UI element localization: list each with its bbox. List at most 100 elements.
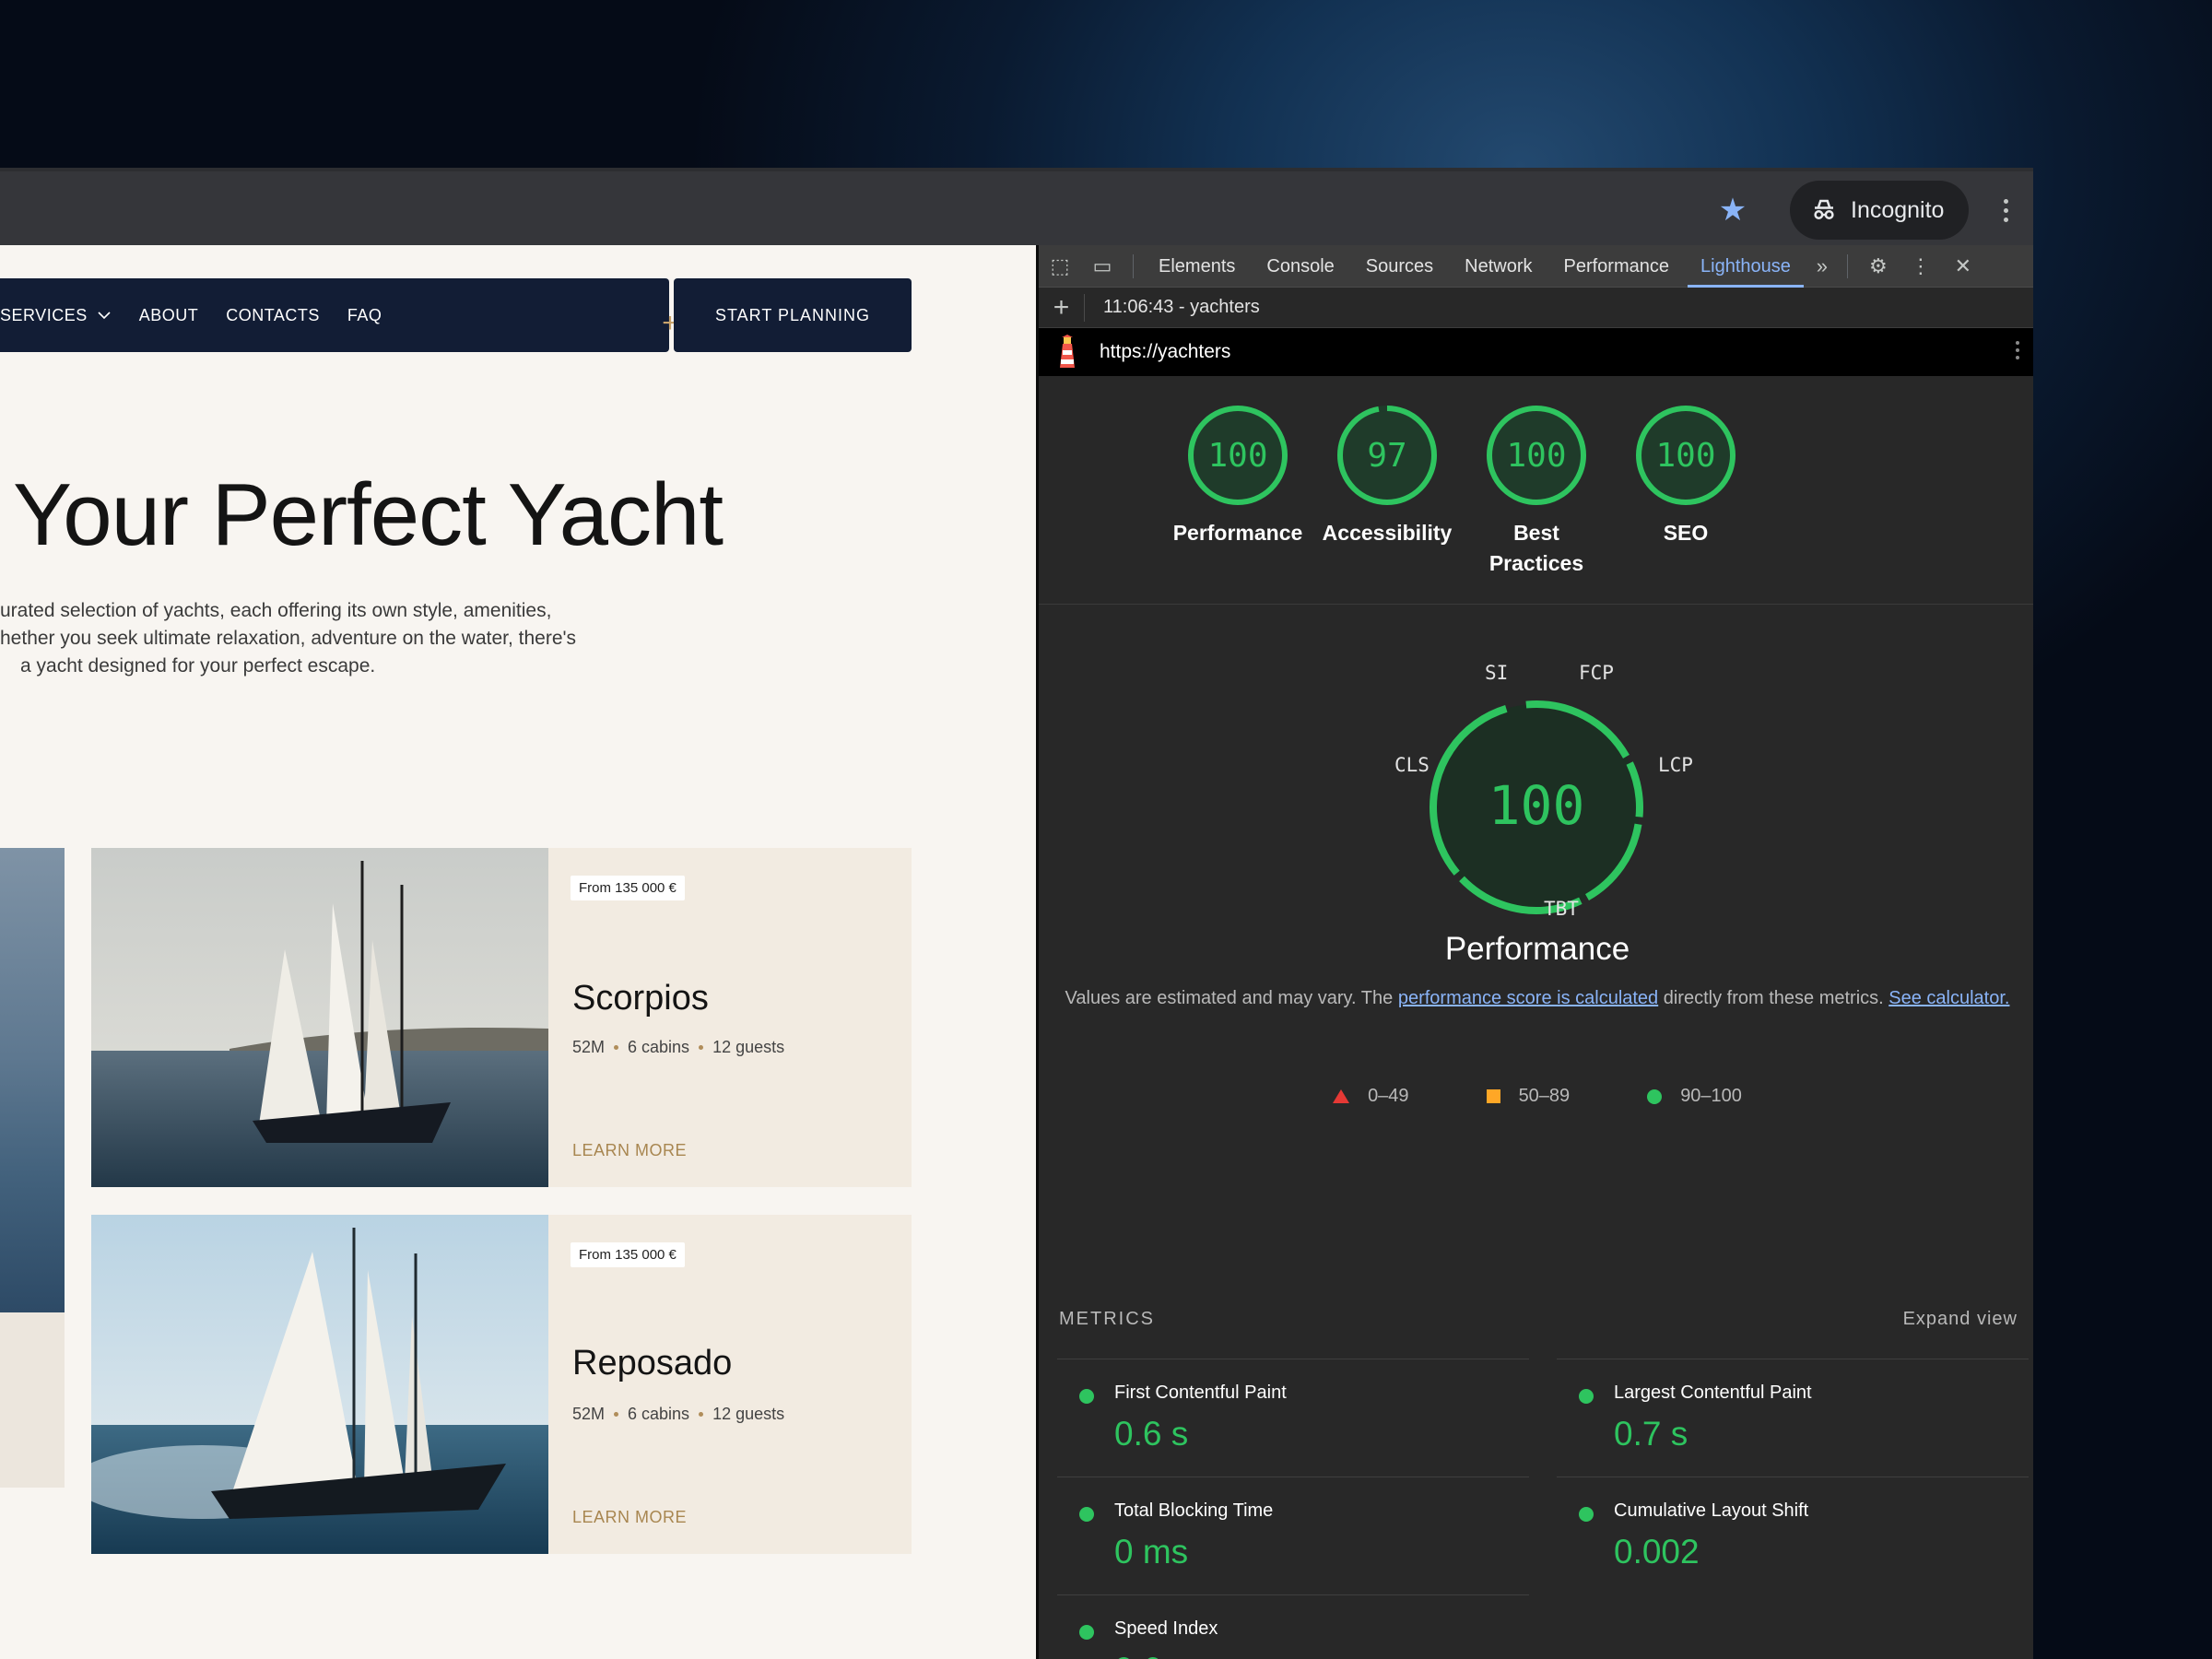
- performance-ring: 100: [1430, 700, 1643, 914]
- metric-tbt: Total Blocking Time 0 ms: [1057, 1477, 1529, 1594]
- learn-more-link[interactable]: LEARN MORE: [572, 1508, 687, 1527]
- new-report-icon[interactable]: +: [1039, 293, 1085, 322]
- devtools-tabbar: ⬚ ▭ Elements Console Sources Network Per…: [1039, 245, 2033, 288]
- close-icon[interactable]: ✕: [1942, 254, 1984, 278]
- triangle-icon: [1333, 1089, 1350, 1103]
- pass-icon: [1079, 1507, 1094, 1522]
- tab-console[interactable]: Console: [1266, 245, 1334, 288]
- circle-icon: [1647, 1088, 1663, 1104]
- nav-services[interactable]: SERVICES: [0, 306, 112, 325]
- pass-icon: [1579, 1389, 1594, 1404]
- expand-view-toggle[interactable]: Expand view: [1903, 1309, 2018, 1330]
- gear-icon[interactable]: ⚙: [1857, 254, 1900, 278]
- metric-name: Largest Contentful Paint: [1614, 1382, 1812, 1403]
- yacht-cabins: 6 cabins: [628, 1405, 690, 1423]
- legend-fail: 0–49: [1333, 1086, 1409, 1107]
- incognito-icon: [1814, 199, 1834, 219]
- yacht-guests: 12 guests: [712, 1038, 785, 1056]
- score-value: 97: [1367, 437, 1406, 475]
- metric-value: 0.7 s: [1614, 1415, 1688, 1453]
- metric-lcp: Largest Contentful Paint 0.7 s: [1557, 1359, 2029, 1477]
- report-menu-icon[interactable]: [2016, 341, 2019, 359]
- nav-about[interactable]: ABOUT: [139, 306, 199, 325]
- report-selector[interactable]: 11:06:43 - yachters: [1103, 297, 1260, 318]
- gauge-label-tbt: TBT: [1544, 898, 1579, 920]
- gauge-seo[interactable]: 100 SEO: [1603, 404, 1769, 548]
- yacht-guests: 12 guests: [712, 1405, 785, 1423]
- incognito-button[interactable]: Incognito: [1790, 181, 1969, 240]
- yacht-specs: 52M 6 cabins 12 guests: [572, 1038, 784, 1057]
- score-ring: 100: [1487, 406, 1586, 505]
- inspect-element-icon[interactable]: ⬚: [1039, 254, 1081, 278]
- nav-faq[interactable]: FAQ: [347, 306, 382, 325]
- gauge-label-lcp: LCP: [1658, 754, 1693, 776]
- performance-note: Values are estimated and may vary. The p…: [1039, 982, 2033, 1014]
- metric-value: 0.6 s: [1114, 1651, 1188, 1659]
- score-legend: 0–49 50–89 90–100: [1039, 1086, 2033, 1107]
- price-badge: From 135 000 €: [571, 876, 685, 900]
- metric-cls: Cumulative Layout Shift 0.002: [1557, 1477, 2029, 1594]
- performance-score-link[interactable]: performance score is calculated: [1398, 988, 1658, 1008]
- gauge-label: Accessibility: [1322, 521, 1453, 545]
- star-icon[interactable]: ★: [1716, 194, 1749, 227]
- metric-si: Speed Index 0.6 s: [1057, 1594, 1529, 1659]
- yacht-cabins: 6 cabins: [628, 1038, 690, 1056]
- tab-network[interactable]: Network: [1465, 245, 1532, 288]
- legend-average: 50–89: [1486, 1086, 1570, 1107]
- nav-services-label: SERVICES: [0, 305, 88, 324]
- legend-pass: 90–100: [1647, 1086, 1742, 1107]
- lighthouse-logo-icon: [1060, 335, 1075, 368]
- gauge-label-si: SI: [1485, 662, 1509, 684]
- gauge-label: Performance: [1172, 521, 1303, 545]
- pass-icon: [1579, 1507, 1594, 1522]
- start-planning-button[interactable]: START PLANNING: [674, 278, 912, 352]
- score-ring: 100: [1188, 406, 1288, 505]
- dot-separator: [699, 1412, 704, 1417]
- pass-icon: [1079, 1389, 1094, 1404]
- price-badge: From 135 000 €: [571, 1242, 685, 1267]
- gauge-label-fcp: FCP: [1579, 662, 1614, 684]
- metric-name: Total Blocking Time: [1114, 1500, 1274, 1521]
- device-toolbar-icon[interactable]: ▭: [1081, 254, 1124, 278]
- yacht-name: Scorpios: [572, 979, 709, 1018]
- metric-value: 0.6 s: [1114, 1415, 1189, 1453]
- gauge-accessibility[interactable]: 97 Accessibility: [1304, 404, 1470, 548]
- legend-fail-label: 0–49: [1368, 1086, 1409, 1106]
- metric-value: 0 ms: [1114, 1533, 1189, 1571]
- score-value: 100: [1655, 437, 1715, 475]
- browser-window: ★ Incognito SERVICES ABOUT CONTACTS FAQ …: [0, 168, 2033, 1659]
- tab-performance[interactable]: Performance: [1564, 245, 1670, 288]
- score-ring: 97: [1337, 406, 1437, 505]
- tab-sources[interactable]: Sources: [1366, 245, 1433, 288]
- score-ring: 100: [1636, 406, 1735, 505]
- lighthouse-url-bar: https://yachters: [1039, 328, 2033, 376]
- audited-url: https://yachters: [1100, 341, 1231, 362]
- note-text: Values are estimated and may vary. The: [1065, 988, 1398, 1008]
- nav-contacts[interactable]: CONTACTS: [226, 306, 320, 325]
- yacht-card[interactable]: From 135 000 € Scorpios 52M 6 cabins 12 …: [91, 848, 912, 1187]
- metrics-title: METRICS: [1059, 1309, 1155, 1329]
- dot-separator: [614, 1045, 619, 1050]
- metrics-header: METRICS Expand view: [1059, 1309, 2018, 1330]
- more-tabs-icon[interactable]: »: [1806, 254, 1838, 278]
- legend-pass-label: 90–100: [1680, 1086, 1742, 1106]
- yacht-image[interactable]: [91, 1215, 548, 1554]
- tab-elements[interactable]: Elements: [1159, 245, 1235, 288]
- note-text: directly from these metrics.: [1658, 988, 1889, 1008]
- partial-card: [0, 1312, 65, 1488]
- devtools-menu-icon[interactable]: ⋮: [1900, 254, 1942, 278]
- gauge-label: SEO: [1663, 521, 1709, 545]
- learn-more-link[interactable]: LEARN MORE: [572, 1141, 687, 1160]
- yacht-card[interactable]: From 135 000 € Reposado 52M 6 cabins 12 …: [91, 1215, 912, 1554]
- browser-menu-icon[interactable]: [1994, 190, 2017, 230]
- dot-separator: [699, 1045, 704, 1050]
- gauge-performance[interactable]: 100 Performance: [1155, 404, 1321, 548]
- partial-yacht-image[interactable]: [0, 848, 65, 1312]
- website-viewport: SERVICES ABOUT CONTACTS FAQ + START PLAN…: [0, 245, 1036, 1659]
- gauge-best-practices[interactable]: 100 Best Practices: [1453, 404, 1619, 579]
- score-value: 100: [1207, 437, 1267, 475]
- tab-lighthouse[interactable]: Lighthouse: [1688, 245, 1804, 288]
- yacht-image[interactable]: [91, 848, 548, 1187]
- gauge-label-cls: CLS: [1394, 754, 1430, 776]
- see-calculator-link[interactable]: See calculator.: [1888, 988, 2009, 1008]
